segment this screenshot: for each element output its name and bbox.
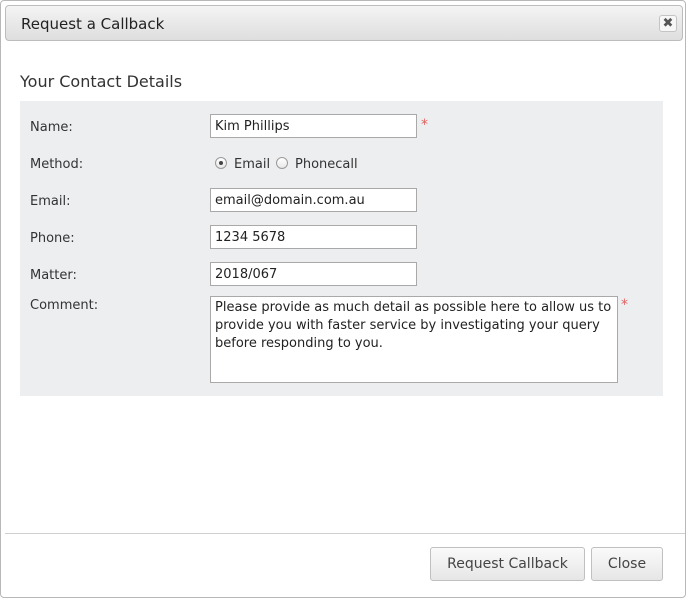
method-phonecall-label[interactable]: Phonecall	[295, 157, 358, 172]
request-callback-button[interactable]: Request Callback	[430, 547, 585, 581]
phone-label: Phone:	[30, 231, 75, 246]
method-email-label[interactable]: Email	[234, 157, 270, 172]
email-label: Email:	[30, 194, 71, 209]
name-required-marker: *	[421, 117, 428, 133]
method-phonecall-radio[interactable]	[276, 157, 288, 169]
matter-field[interactable]	[210, 262, 417, 286]
callback-dialog: Request a Callback ✖ Your Contact Detail…	[0, 0, 686, 598]
matter-label: Matter:	[30, 268, 77, 283]
name-field[interactable]	[210, 114, 417, 138]
name-label: Name:	[30, 120, 73, 135]
section-title: Your Contact Details	[20, 72, 183, 91]
method-email-radio[interactable]	[215, 157, 227, 169]
comment-required-marker: *	[621, 297, 628, 313]
phone-field[interactable]	[210, 225, 417, 249]
dialog-titlebar: Request a Callback ✖	[5, 5, 683, 41]
close-icon[interactable]: ✖	[659, 15, 677, 32]
comment-label: Comment:	[30, 298, 99, 313]
close-button[interactable]: Close	[591, 547, 663, 581]
footer-divider	[5, 533, 685, 534]
dialog-title: Request a Callback	[21, 15, 165, 33]
method-label: Method:	[30, 157, 84, 172]
comment-field[interactable]: Please provide as much detail as possibl…	[210, 296, 618, 383]
email-field[interactable]	[210, 188, 417, 212]
